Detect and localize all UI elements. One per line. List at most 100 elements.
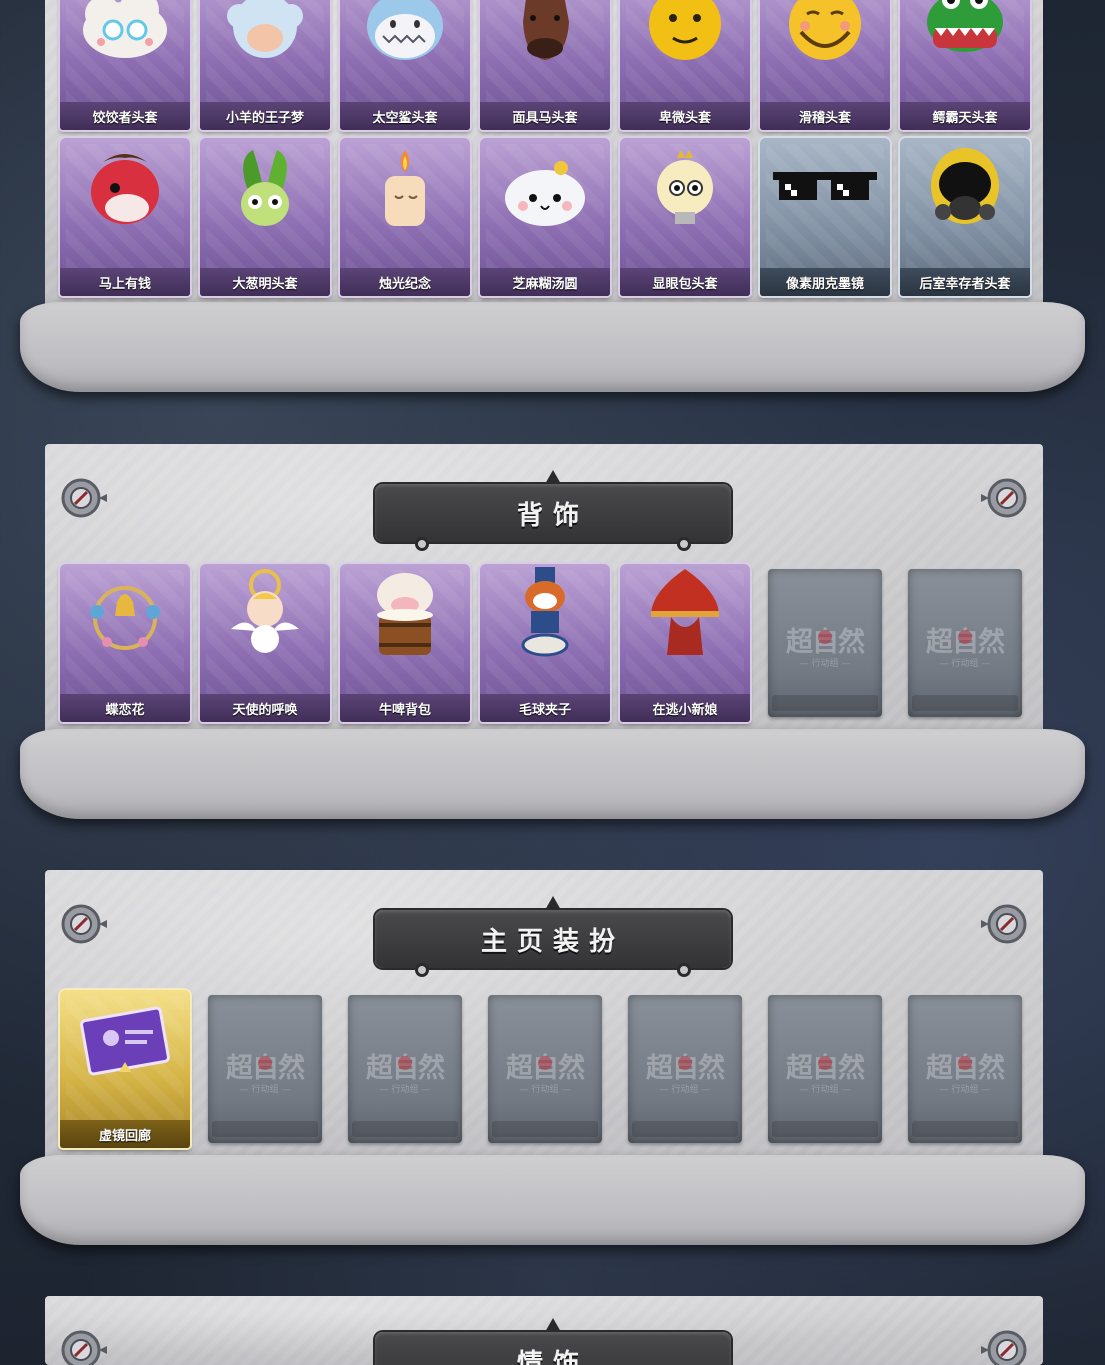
empty-slot: 超自然— 行动组 —: [200, 990, 330, 1148]
item-card[interactable]: 蝶恋花: [60, 564, 190, 722]
compass-ornament-right: [981, 898, 1033, 950]
item-label: 饺饺者头套: [92, 110, 158, 126]
lightbulb-icon: [657, 150, 713, 224]
yellow-face-icon: [649, 0, 721, 60]
empty-slot: 超自然 — 行动组 —: [900, 564, 1030, 722]
profile-card-icon: [80, 1006, 170, 1076]
watermark-dot: [538, 1056, 552, 1070]
watermark-subtitle: — 行动组 —: [519, 1085, 571, 1095]
card-label-bar: 后室幸存者头套: [900, 268, 1030, 296]
item-card[interactable]: 大葱明头套: [200, 138, 330, 296]
banner-ornament: [545, 470, 561, 484]
item-label: 牛啤背包: [378, 702, 431, 718]
dumpling-icon: [505, 161, 585, 226]
item-label: 天使的呼唤: [232, 702, 298, 718]
banner-curl-right: [677, 537, 691, 551]
watermark-dot: [818, 630, 832, 644]
item-card[interactable]: 显眼包头套: [620, 138, 750, 296]
watermark-dot: [398, 1056, 412, 1070]
item-card[interactable]: 芝麻糊汤圆: [480, 138, 610, 296]
watermark-subtitle: — 行动组 —: [239, 1085, 291, 1095]
item-card[interactable]: 毛球夹子: [480, 564, 610, 722]
item-card[interactable]: 像素朋克墨镜: [760, 138, 890, 296]
item-card[interactable]: 饺饺者头套: [60, 0, 190, 130]
item-card[interactable]: 小羊的王子梦: [200, 0, 330, 130]
card-label-bar: 小羊的王子梦: [200, 102, 330, 130]
home-decor-panel: 主页装扮 虚镜回廊 超自然— 行动组 — 超自然— 行动组 — 超自然— 行动组…: [20, 870, 1085, 1245]
shark-head-icon: [367, 0, 443, 60]
item-card[interactable]: 天使的呼唤: [200, 564, 330, 722]
item-label: 鳄霸天头套: [932, 110, 998, 126]
back-accessories-panel: 背饰 蝶恋花 天使的呼唤 牛啤背包 毛球夹子 在逃小新娘 超自然 — 行动: [20, 444, 1085, 819]
item-card[interactable]: 太空鲨头套: [340, 0, 470, 130]
item-label: 在逃小新娘: [652, 702, 718, 718]
item-card[interactable]: 马上有钱: [60, 138, 190, 296]
watermark-subtitle: — 行动组 —: [799, 659, 851, 669]
compass-ornament-left: [55, 1324, 107, 1365]
item-card[interactable]: 卑微头套: [620, 0, 750, 130]
red-lantern-dress-icon: [651, 569, 719, 655]
watermark-dot: [258, 1056, 272, 1070]
headwear-panel: 饺饺者头套 小羊的王子梦 太空鲨头套 面具马头套 卑微头套 滑稽头套 鳄霸天头套: [20, 0, 1085, 392]
item-card[interactable]: 牛啤背包: [340, 564, 470, 722]
empty-slot: 超自然— 行动组 —: [620, 990, 750, 1148]
scroll-base: [20, 729, 1085, 819]
back-accessories-row: 蝶恋花 天使的呼唤 牛啤背包 毛球夹子 在逃小新娘 超自然 — 行动组 — 超自…: [60, 564, 1030, 722]
item-card[interactable]: 虚镜回廊: [60, 990, 190, 1148]
watermark-dot: [818, 1056, 832, 1070]
banner-ornament: [545, 896, 561, 910]
item-label: 大葱明头套: [232, 276, 298, 292]
item-card[interactable]: 鳄霸天头套: [900, 0, 1030, 130]
item-label: 烛光纪念: [378, 276, 431, 292]
scroll-base: [20, 1155, 1085, 1245]
item-card[interactable]: 在逃小新娘: [620, 564, 750, 722]
sheep-crown-icon: [227, 0, 303, 58]
item-card[interactable]: 面具马头套: [480, 0, 610, 130]
candle-icon: [385, 150, 425, 226]
empty-slot: 超自然— 行动组 —: [760, 990, 890, 1148]
gas-mask-helmet-icon: [931, 148, 999, 224]
item-label: 面具马头套: [512, 110, 578, 126]
item-label: 卑微头套: [658, 110, 711, 126]
card-label-bar: 毛球夹子: [480, 694, 610, 722]
item-card[interactable]: 后室幸存者头套: [900, 138, 1030, 296]
watermark-subtitle: — 行动组 —: [939, 1085, 991, 1095]
item-label: 显眼包头套: [652, 276, 718, 292]
watermark-subtitle: — 行动组 —: [659, 1085, 711, 1095]
card-label-bar: 太空鲨头套: [340, 102, 470, 130]
pixel-sunglasses-icon: [773, 172, 877, 200]
item-label: 后室幸存者头套: [919, 276, 1011, 292]
banner-curl-right: [677, 963, 691, 977]
card-label-bar: 马上有钱: [60, 268, 190, 296]
headwear-row-2: 马上有钱 大葱明头套 烛光纪念 芝麻糊汤圆 显眼包头套 像素朋克墨镜 后室幸存者…: [60, 138, 1030, 296]
watermark-subtitle: — 行动组 —: [939, 659, 991, 669]
card-label-bar: 蝶恋花: [60, 694, 190, 722]
card-label-bar: 虚镜回廊: [60, 1120, 190, 1148]
card-label-bar: 滑稽头套: [760, 102, 890, 130]
horse-mask-icon: [523, 0, 569, 60]
item-card[interactable]: 烛光纪念: [340, 138, 470, 296]
item-card[interactable]: 滑稽头套: [760, 0, 890, 130]
card-label-bar: 牛啤背包: [340, 694, 470, 722]
empty-slot: 超自然 — 行动组 —: [760, 564, 890, 722]
empty-slot: 超自然— 行动组 —: [340, 990, 470, 1148]
card-label-bar: 天使的呼唤: [200, 694, 330, 722]
cloud-mascot-icon: [83, 0, 167, 58]
item-label: 芝麻糊汤圆: [512, 276, 578, 292]
card-label-bar: 面具马头套: [480, 102, 610, 130]
banner-curl-left: [415, 537, 429, 551]
section-title: 情饰: [516, 1348, 589, 1365]
item-label: 虚镜回廊: [98, 1128, 151, 1144]
item-label: 毛球夹子: [518, 702, 571, 718]
item-label: 滑稽头套: [798, 110, 851, 126]
headwear-row-1: 饺饺者头套 小羊的王子梦 太空鲨头套 面具马头套 卑微头套 滑稽头套 鳄霸天头套: [60, 0, 1030, 130]
compass-ornament-left: [55, 472, 107, 524]
home-decor-row: 虚镜回廊 超自然— 行动组 — 超自然— 行动组 — 超自然— 行动组 — 超自…: [60, 990, 1030, 1148]
card-label-bar: 在逃小新娘: [620, 694, 750, 722]
compass-ornament-left: [55, 898, 107, 950]
card-label-bar: 饺饺者头套: [60, 102, 190, 130]
card-label-bar: 像素朋克墨镜: [760, 268, 890, 296]
next-section-panel: 情饰: [45, 1296, 1043, 1365]
empty-slot: 超自然— 行动组 —: [900, 990, 1030, 1148]
section-title: 背饰: [516, 500, 589, 531]
